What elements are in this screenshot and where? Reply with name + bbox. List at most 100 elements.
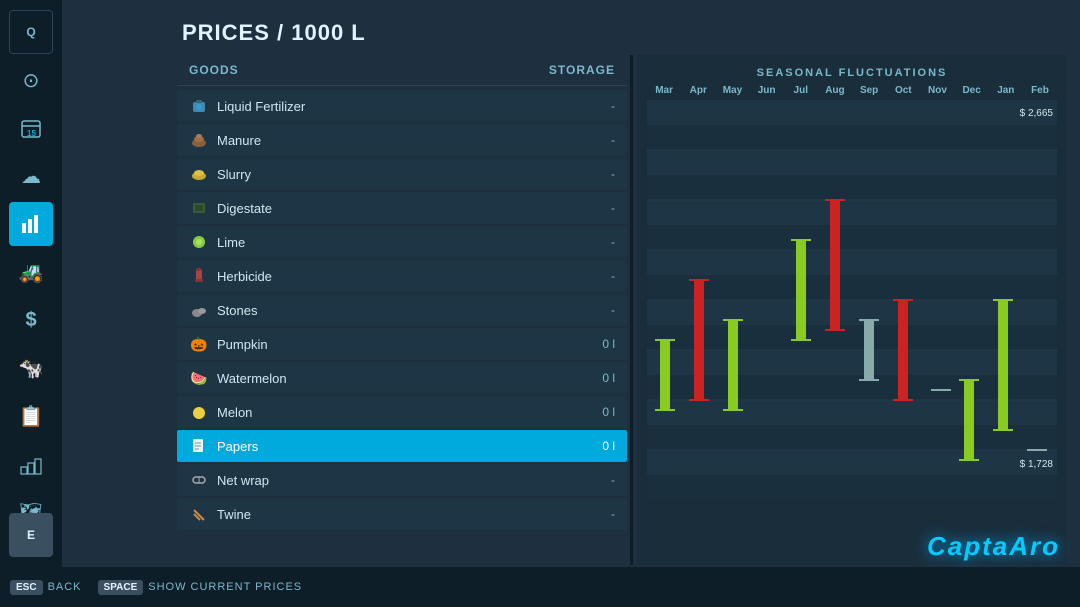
watermelon-icon: 🍉 [189, 368, 209, 388]
price-label-high: $ 2,665 [1020, 108, 1053, 119]
goods-row-liquid-fertilizer[interactable]: Liquid Fertilizer - [177, 90, 627, 122]
twine-storage: - [585, 507, 615, 521]
page-title: PRICES / 1000 L [182, 20, 366, 46]
herbicide-name: Herbicide [217, 269, 272, 284]
month-nov: Nov [920, 85, 954, 96]
stones-icon [189, 300, 209, 320]
sidebar-item-quick[interactable]: Q [9, 10, 53, 54]
melon-icon [189, 402, 209, 422]
goods-row-manure[interactable]: Manure - [177, 124, 627, 156]
panel-divider [630, 55, 633, 565]
sidebar-item-animals[interactable]: 🐄 [9, 346, 53, 390]
esc-label: BACK [48, 581, 82, 593]
esc-key-group: ESC BACK [10, 580, 82, 595]
goods-row-melon[interactable]: Melon 0 l [177, 396, 627, 428]
watermelon-name: Watermelon [217, 371, 287, 386]
liquid-fertilizer-storage: - [585, 99, 615, 113]
liquid-fertilizer-name: Liquid Fertilizer [217, 99, 305, 114]
logo: CaptaAro [927, 530, 1060, 562]
goods-row-herbicide[interactable]: Herbicide - [177, 260, 627, 292]
netwrap-icon [189, 470, 209, 490]
sidebar-item-money[interactable]: $ [9, 298, 53, 342]
netwrap-name: Net wrap [217, 473, 269, 488]
chart-area: $ 2,665 $ 1,728 [647, 100, 1057, 500]
sidebar-item-production[interactable] [9, 442, 53, 486]
goods-row-pumpkin[interactable]: 🎃 Pumpkin 0 l [177, 328, 627, 360]
manure-name: Manure [217, 133, 261, 148]
pumpkin-storage: 0 l [585, 337, 615, 351]
sidebar-item-prices[interactable] [9, 202, 53, 246]
herbicide-icon [189, 266, 209, 286]
papers-icon [189, 436, 209, 456]
header-goods: GOODS [189, 63, 239, 77]
pumpkin-name: Pumpkin [217, 337, 268, 352]
goods-header: GOODS STORAGE [177, 55, 627, 86]
twine-icon [189, 504, 209, 524]
space-key-group: SPACE SHOW CURRENT PRICES [98, 580, 303, 595]
month-may: May [715, 85, 749, 96]
sidebar-item-exit[interactable]: E [9, 513, 53, 557]
goods-panel: GOODS STORAGE Liquid Fertilizer - Ma [177, 55, 627, 565]
space-badge: SPACE [98, 580, 144, 595]
chart-panel: SEASONAL FLUCTUATIONS Mar Apr May Jun Ju… [637, 55, 1067, 565]
watermelon-storage: 0 l [585, 371, 615, 385]
papers-name: Papers [217, 439, 258, 454]
goods-row-slurry[interactable]: Slurry - [177, 158, 627, 190]
goods-list: Liquid Fertilizer - Manure - [177, 90, 627, 530]
month-aug: Aug [818, 85, 852, 96]
slurry-storage: - [585, 167, 615, 181]
sidebar-item-calendar[interactable]: 15 [9, 106, 53, 150]
header-storage: STORAGE [549, 63, 615, 77]
lime-storage: - [585, 235, 615, 249]
lime-name: Lime [217, 235, 245, 250]
month-jan: Jan [989, 85, 1023, 96]
lime-icon [189, 232, 209, 252]
month-sep: Sep [852, 85, 886, 96]
sidebar-item-contracts[interactable]: 📋 [9, 394, 53, 438]
stones-storage: - [585, 303, 615, 317]
svg-text:15: 15 [27, 129, 36, 138]
goods-row-digestate[interactable]: Digestate - [177, 192, 627, 224]
goods-row-watermelon[interactable]: 🍉 Watermelon 0 l [177, 362, 627, 394]
chart-months: Mar Apr May Jun Jul Aug Sep Oct Nov Dec … [637, 85, 1067, 96]
stones-name: Stones [217, 303, 257, 318]
digestate-storage: - [585, 201, 615, 215]
bottom-bar: ESC BACK SPACE SHOW CURRENT PRICES [0, 567, 1080, 607]
month-feb: Feb [1023, 85, 1057, 96]
manure-storage: - [585, 133, 615, 147]
melon-name: Melon [217, 405, 252, 420]
digestate-icon [189, 198, 209, 218]
sidebar-item-weather[interactable]: ☁ [9, 154, 53, 198]
netwrap-storage: - [585, 473, 615, 487]
seasonal-chart [647, 100, 1057, 500]
chart-title: SEASONAL FLUCTUATIONS [637, 55, 1067, 85]
price-label-low: $ 1,728 [1020, 459, 1053, 470]
manure-icon [189, 130, 209, 150]
slurry-icon [189, 164, 209, 184]
month-dec: Dec [955, 85, 989, 96]
month-jun: Jun [750, 85, 784, 96]
papers-storage: 0 l [585, 439, 615, 453]
esc-badge: ESC [10, 580, 43, 595]
space-label: SHOW CURRENT PRICES [148, 581, 302, 593]
goods-row-lime[interactable]: Lime - [177, 226, 627, 258]
pumpkin-icon: 🎃 [189, 334, 209, 354]
twine-name: Twine [217, 507, 251, 522]
melon-storage: 0 l [585, 405, 615, 419]
main-content: PRICES / 1000 L GOODS STORAGE Liquid Fer… [62, 0, 1080, 607]
month-mar: Mar [647, 85, 681, 96]
digestate-name: Digestate [217, 201, 272, 216]
sidebar-item-vehicles[interactable]: 🚜 [9, 250, 53, 294]
month-jul: Jul [784, 85, 818, 96]
slurry-name: Slurry [217, 167, 251, 182]
goods-row-papers[interactable]: Papers 0 l [177, 430, 627, 462]
herbicide-storage: - [585, 269, 615, 283]
month-oct: Oct [886, 85, 920, 96]
sidebar-item-steering[interactable]: ⊙ [9, 58, 53, 102]
goods-row-netwrap[interactable]: Net wrap - [177, 464, 627, 496]
month-apr: Apr [681, 85, 715, 96]
goods-row-twine[interactable]: Twine - [177, 498, 627, 530]
liquid-fertilizer-icon [189, 96, 209, 116]
sidebar: Q ⊙ 15 ☁ 🚜 $ 🐄 📋 🗺 E [0, 0, 62, 607]
goods-row-stones[interactable]: Stones - [177, 294, 627, 326]
